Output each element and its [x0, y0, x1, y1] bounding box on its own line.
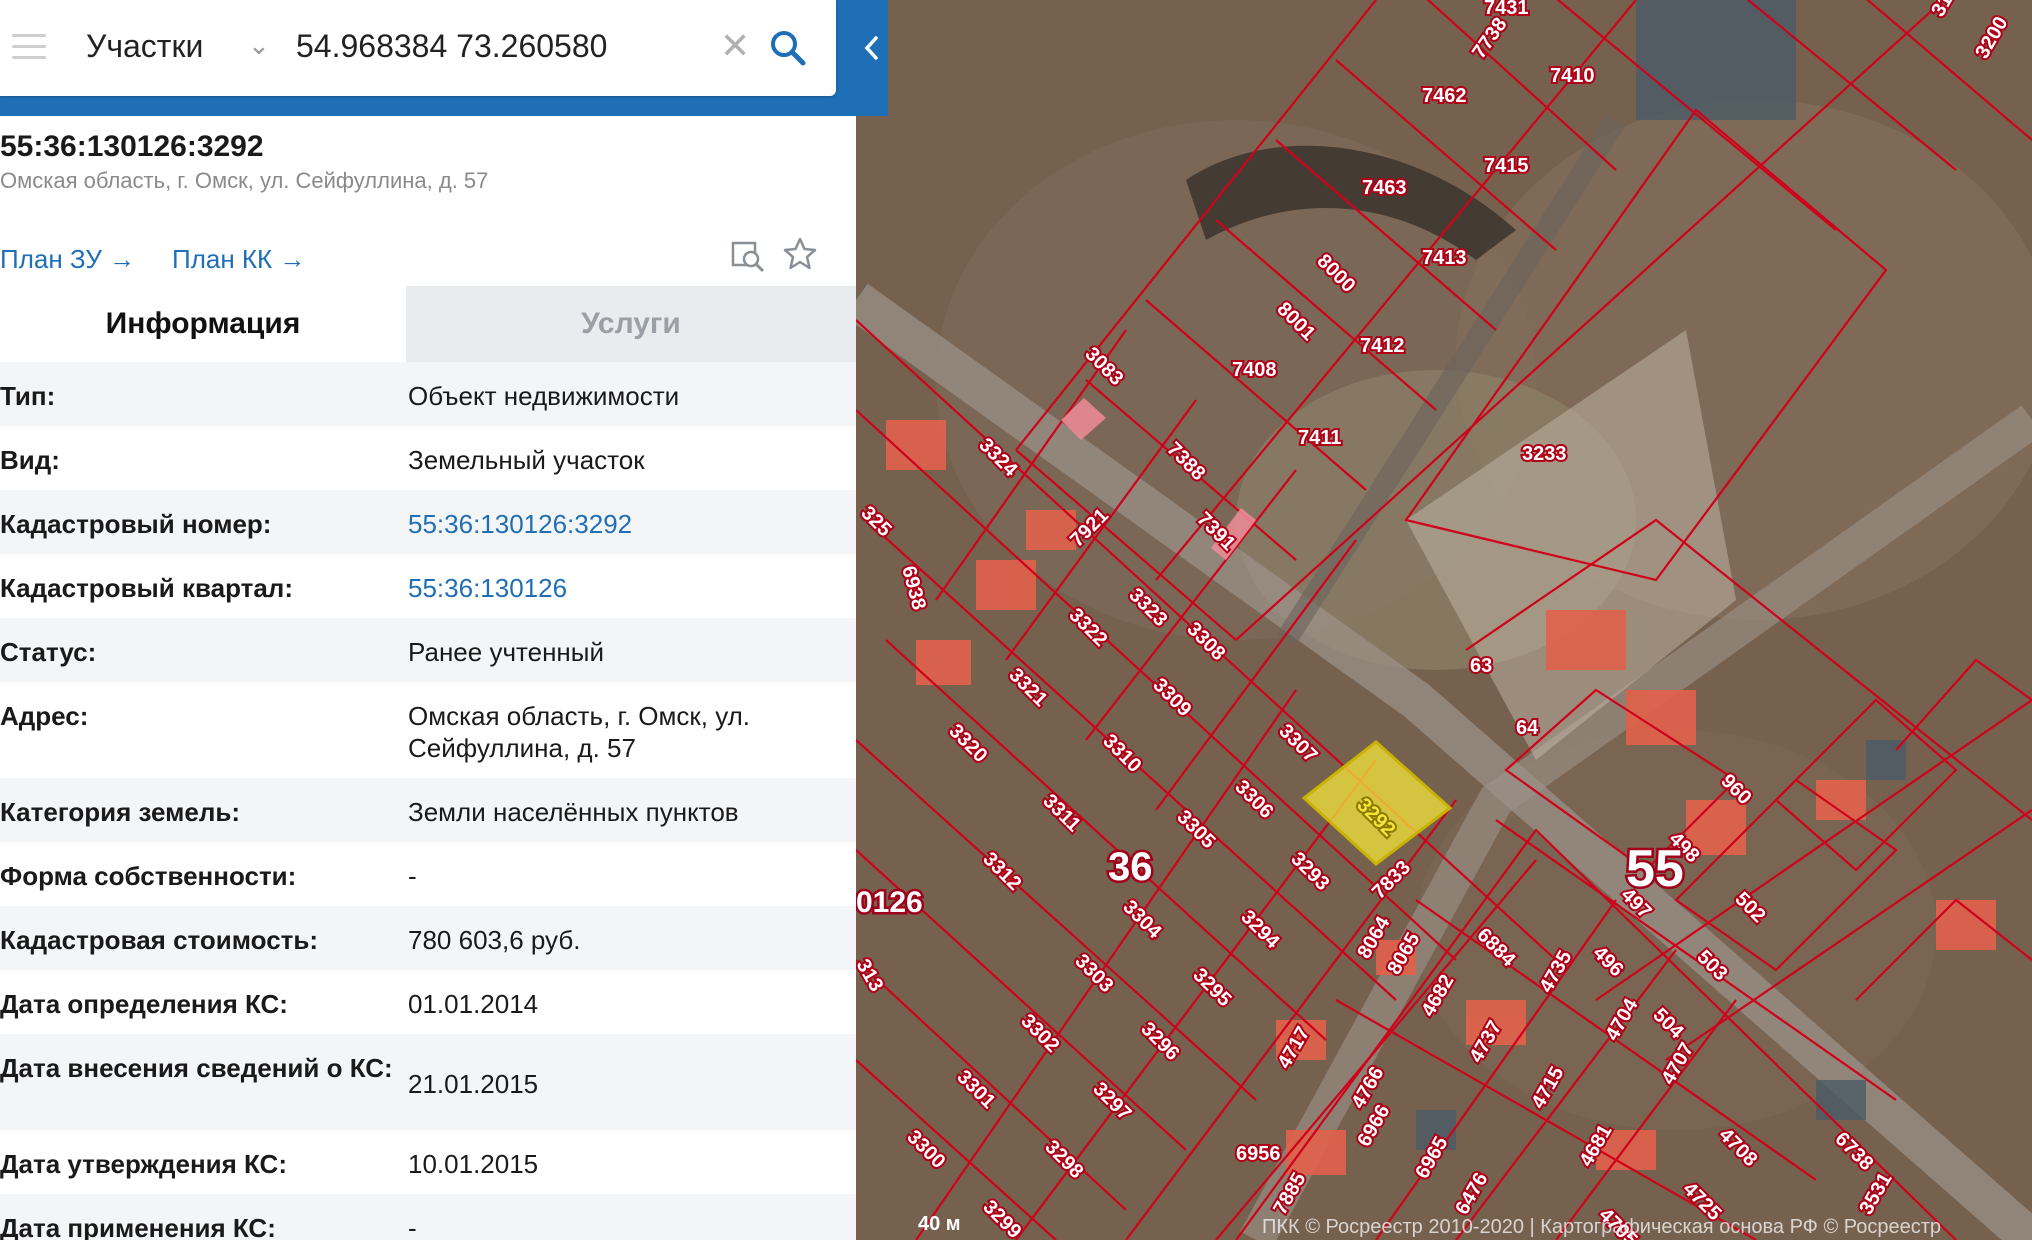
- favorite-star-icon[interactable]: [782, 236, 818, 272]
- parcel-label[interactable]: 7412: [1358, 333, 1407, 359]
- info-panel: 55:36:130126:3292 Омская область, г. Омс…: [0, 0, 856, 1240]
- tab-information[interactable]: Информация: [0, 286, 406, 362]
- info-row-ownership: Форма собственности: -: [0, 842, 856, 906]
- category-select[interactable]: Участки: [86, 28, 203, 65]
- parcel-label[interactable]: 63: [1468, 653, 1494, 679]
- parcel-label[interactable]: 7410: [1548, 63, 1597, 89]
- zoom-to-object-icon[interactable]: [730, 238, 766, 274]
- parcel-label[interactable]: 64: [1514, 715, 1541, 741]
- row-value: 10.01.2015: [408, 1149, 539, 1179]
- row-key: Дата внесения сведений о КС:: [0, 1053, 393, 1083]
- district-label-36: 36: [1108, 845, 1153, 889]
- info-row-kind: Вид: Земельный участок: [0, 426, 856, 490]
- row-value: Объект недвижимости: [408, 381, 680, 411]
- row-key: Кадастровая стоимость:: [0, 925, 319, 955]
- info-row-cadastral-quarter: Кадастровый квартал: 55:36:130126: [0, 554, 856, 618]
- row-value: -: [408, 1213, 417, 1240]
- search-icon[interactable]: [766, 26, 810, 70]
- row-value: Земельный участок: [408, 445, 645, 475]
- collapse-panel-button[interactable]: [856, 0, 888, 96]
- cadastral-map[interactable]: 7431 7738 7410 7462 7415 7463 7413 8000 8001 7412…: [856, 0, 2032, 1240]
- parcel-label[interactable]: 7408: [1230, 357, 1279, 383]
- row-key: Статус:: [0, 637, 97, 667]
- info-row-entry-date: Дата внесения сведений о КС: 21.01.2015: [0, 1034, 856, 1130]
- parcel-label[interactable]: 6956: [1234, 1141, 1283, 1167]
- plan-kk-link[interactable]: План КК →: [172, 244, 305, 275]
- row-value: Омская область, г. Омск, ул. Сейфуллина,…: [408, 701, 751, 763]
- quarter-label: 0126: [856, 886, 923, 919]
- district-label-55: 55: [1626, 840, 1684, 898]
- top-bar: Участки ⌄ 54.968384 73.260580 ✕: [0, 0, 888, 116]
- row-value: -: [408, 861, 417, 891]
- map-canvas[interactable]: 7431773874107462741574637413800080017412…: [856, 0, 2032, 1240]
- parcel-label[interactable]: 7411: [1296, 425, 1343, 451]
- row-key: Дата утверждения КС:: [0, 1149, 287, 1179]
- chevron-left-icon: [864, 36, 878, 60]
- info-row-value-date: Дата определения КС: 01.01.2014: [0, 970, 856, 1034]
- parcel-label[interactable]: 7431: [1482, 0, 1531, 21]
- parcel-label[interactable]: 7415: [1482, 153, 1531, 179]
- row-key: Дата определения КС:: [0, 989, 288, 1019]
- cadastral-quarter-link[interactable]: 55:36:130126: [408, 572, 848, 604]
- menu-icon[interactable]: [12, 34, 46, 62]
- info-row-cadastral-number: Кадастровый номер: 55:36:130126:3292: [0, 490, 856, 554]
- info-row-type: Тип: Объект недвижимости: [0, 362, 856, 426]
- parcel-label[interactable]: 3233: [1520, 441, 1569, 467]
- row-key: Кадастровый номер:: [0, 509, 272, 539]
- info-row-approval-date: Дата утверждения КС: 10.01.2015: [0, 1130, 856, 1194]
- row-value: 780 603,6 руб.: [408, 925, 581, 955]
- cadastral-number-link[interactable]: 55:36:130126:3292: [408, 508, 848, 540]
- info-table: Тип: Объект недвижимости Вид: Земельный …: [0, 362, 856, 1240]
- info-row-status: Статус: Ранее учтенный: [0, 618, 856, 682]
- info-row-address: Адрес: Омская область, г. Омск, ул. Сейф…: [0, 682, 856, 778]
- map-copyright: ПКК © Росреестр 2010-2020 | Картографиче…: [1262, 1216, 1941, 1238]
- row-value: 21.01.2015: [408, 1069, 539, 1099]
- row-key: Форма собственности:: [0, 861, 297, 891]
- panel-tabs: Информация Услуги: [0, 286, 856, 362]
- row-value: 01.01.2014: [408, 989, 539, 1019]
- parcel-label[interactable]: 7463: [1360, 175, 1409, 201]
- info-row-land-category: Категория земель: Земли населённых пункт…: [0, 778, 856, 842]
- map-scale: 40 м: [918, 1213, 961, 1235]
- object-cadastral-number: 55:36:130126:3292: [0, 130, 264, 163]
- parcel-label[interactable]: 7413: [1420, 245, 1469, 271]
- info-row-cadastral-value: Кадастровая стоимость: 780 603,6 руб.: [0, 906, 856, 970]
- object-address: Омская область, г. Омск, ул. Сейфуллина,…: [0, 168, 489, 193]
- row-value: Ранее учтенный: [408, 637, 604, 667]
- clear-icon[interactable]: ✕: [720, 26, 750, 66]
- plan-zu-link[interactable]: План ЗУ →: [0, 244, 135, 275]
- row-key: Вид:: [0, 445, 60, 475]
- row-key: Тип:: [0, 381, 56, 411]
- search-input[interactable]: 54.968384 73.260580: [296, 28, 607, 65]
- chevron-down-icon[interactable]: ⌄: [248, 30, 270, 61]
- search-box: Участки ⌄ 54.968384 73.260580 ✕: [0, 0, 836, 96]
- row-key: Кадастровый квартал:: [0, 573, 293, 603]
- row-value: Земли населённых пунктов: [408, 797, 739, 827]
- parcel-label[interactable]: 7462: [1420, 83, 1469, 109]
- info-row-apply-date: Дата применения КС: -: [0, 1194, 856, 1240]
- row-key: Категория земель:: [0, 797, 241, 827]
- row-key: Адрес:: [0, 701, 89, 731]
- tab-services[interactable]: Услуги: [406, 286, 856, 362]
- row-key: Дата применения КС:: [0, 1213, 276, 1240]
